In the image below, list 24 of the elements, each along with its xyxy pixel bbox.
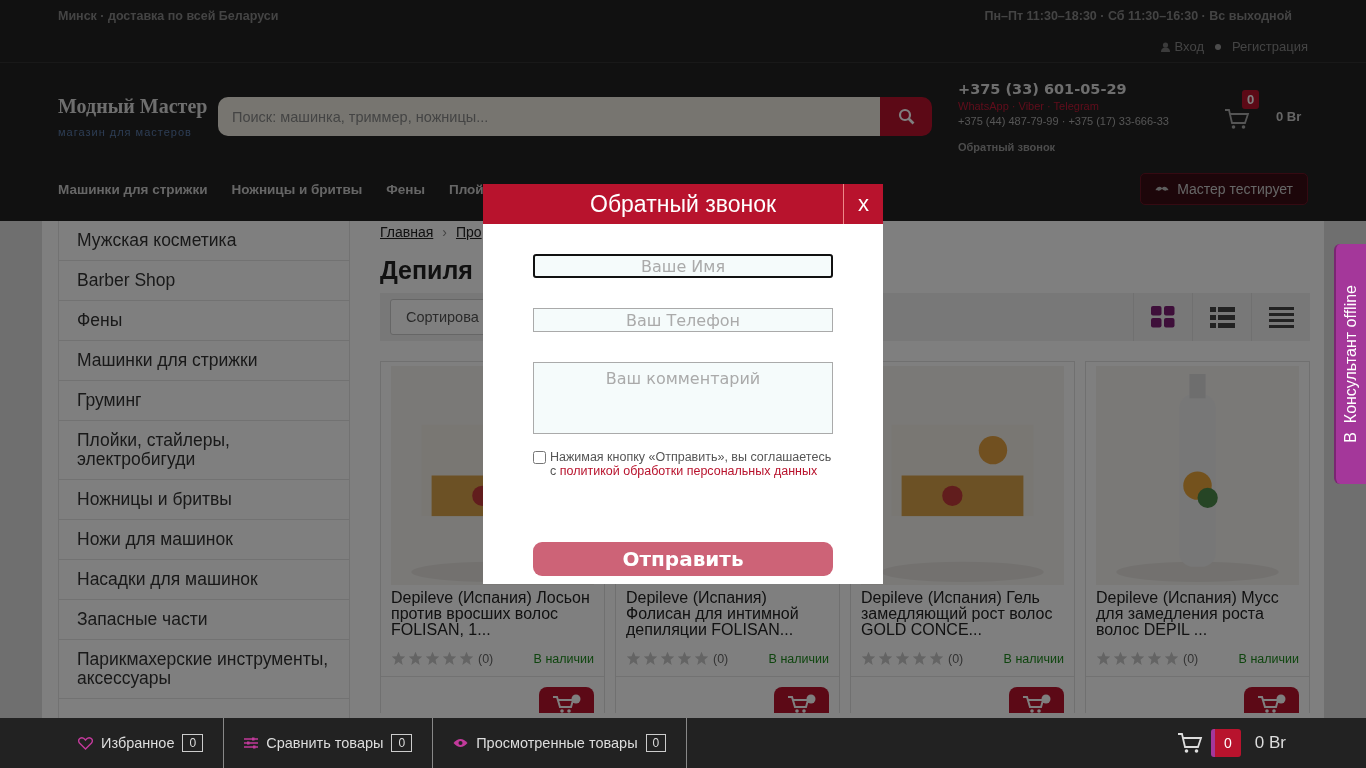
availability-text: В наличии (533, 651, 594, 666)
review-count: (0) (948, 651, 965, 666)
bottom-bar-label: Избранное (101, 735, 175, 751)
count-badge: 0 (391, 734, 413, 752)
bottom-bar-label: Сравнить товары (266, 735, 384, 751)
cart-count-badge: 0 (1242, 89, 1260, 109)
review-count: (0) (478, 651, 495, 666)
count-badge: 0 (182, 734, 204, 752)
cart-total: 0 Br (1254, 733, 1286, 753)
count-badge: 0 (645, 734, 667, 752)
review-count: (0) (1183, 651, 1200, 666)
cart-count-badge: 0 (1211, 729, 1241, 757)
consent-text: Нажимая кнопку «Отправить», вы соглашаетесь с политикой обработки персональных данных (550, 450, 833, 478)
page-heading: Депиля (380, 256, 473, 285)
dialog-title: Обратный звонок (589, 190, 777, 219)
review-count: (0) (713, 651, 730, 666)
chevron-icon: › (442, 224, 447, 240)
logo-tagline: магазин для мастеров (58, 126, 193, 138)
availability-text: В наличии (1238, 651, 1299, 666)
availability-text: В наличии (1003, 651, 1064, 666)
availability-text: В наличии (768, 651, 829, 666)
cart-total: 0 Br (1276, 109, 1302, 124)
phone-numbers: +375 (44) 487-79-99 · +375 (17) 33-666-33 (958, 114, 1170, 127)
bottom-bar-label: Просмотренные товары (476, 735, 638, 751)
